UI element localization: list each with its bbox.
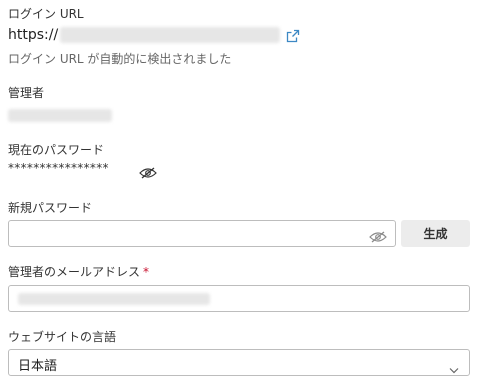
new-password-input[interactable] (8, 220, 396, 247)
site-language-select[interactable]: 日本語 (8, 349, 470, 376)
current-password-mask: **************** (8, 161, 109, 175)
login-url-hint: ログイン URL が自動的に検出されました (8, 52, 232, 66)
eye-slash-icon[interactable] (139, 164, 157, 179)
site-language-label: ウェブサイトの言語 (8, 330, 117, 344)
external-link-icon[interactable] (286, 28, 300, 43)
login-url-prefix: https:// (8, 27, 59, 43)
site-language-value: 日本語 (18, 359, 58, 374)
admin-email-label: 管理者のメールアドレス * (8, 263, 149, 280)
admin-label: 管理者 (8, 86, 45, 100)
new-password-label: 新規パスワード (8, 201, 93, 215)
required-marker: * (143, 265, 150, 279)
generate-password-button[interactable]: 生成 (401, 220, 470, 247)
admin-email-label-text: 管理者のメールアドレス (8, 265, 141, 279)
login-url-redacted (60, 27, 281, 43)
login-url-row: https:// (8, 25, 300, 45)
eye-slash-icon[interactable] (369, 228, 387, 243)
admin-redacted (8, 109, 112, 122)
login-url-label: ログイン URL (8, 7, 84, 21)
admin-email-redacted (18, 293, 210, 305)
chevron-down-icon (449, 359, 459, 378)
current-password-label: 現在のパスワード (8, 143, 105, 157)
admin-email-input[interactable] (8, 285, 470, 312)
